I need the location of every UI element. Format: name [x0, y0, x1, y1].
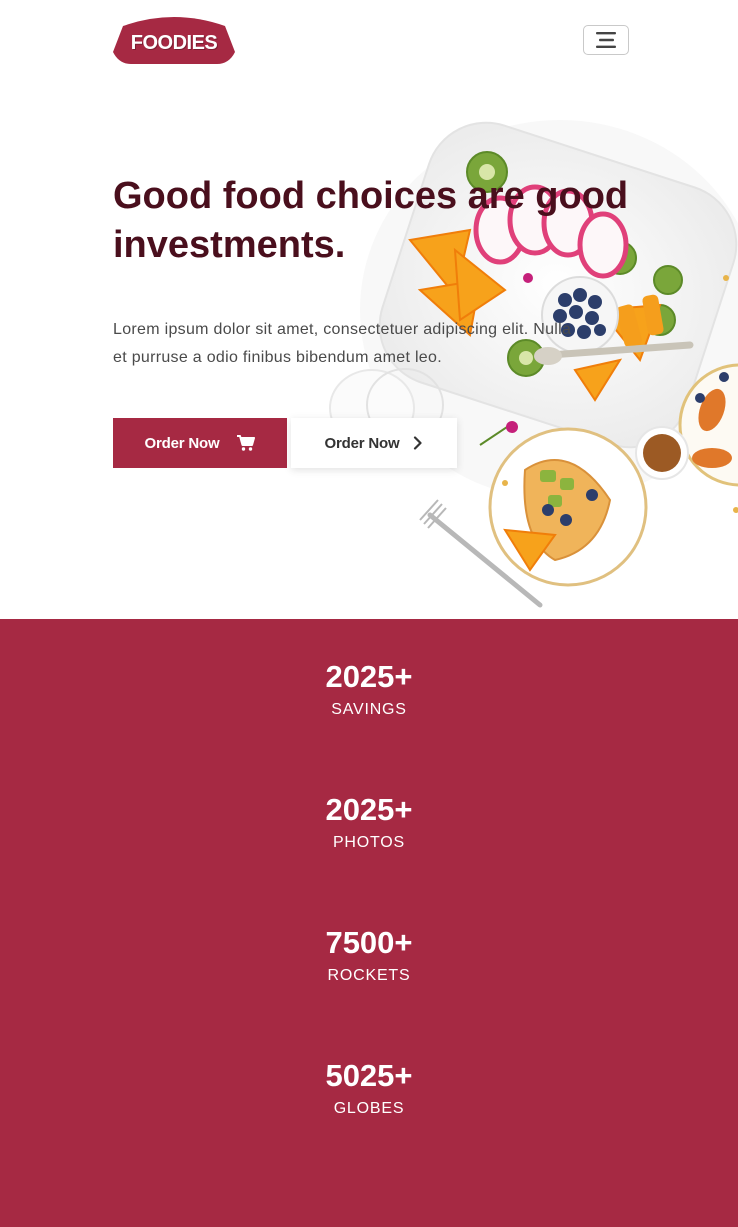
stat-label: PHOTOS	[332, 834, 406, 851]
stat-label: SAVINGS	[331, 701, 407, 718]
order-now-label: Order Now	[144, 434, 220, 452]
hero-description: Lorem ipsum dolor sit amet, consectetuer…	[113, 316, 633, 372]
hero-title-line-2: investments.	[113, 224, 346, 266]
stat-rockets: 7500+ ROCKETS	[0, 925, 738, 986]
hero-description-line-2: et purruse a odio finibus bibendum amet …	[113, 349, 442, 366]
stat-savings: 2025+ SAVINGS	[0, 659, 738, 720]
stat-value: 2025+	[325, 659, 413, 694]
hero-title-line-1: Good food choices are good	[113, 175, 629, 217]
brand-logo[interactable]: FOODIES	[113, 14, 235, 64]
cart-icon	[237, 435, 256, 451]
hero-title: Good food choices are good investments.	[113, 172, 673, 270]
chevron-right-icon	[414, 436, 423, 450]
stat-value: 2025+	[325, 792, 413, 827]
stat-label: ROCKETS	[327, 967, 411, 984]
order-now-button[interactable]: Order Now	[113, 418, 287, 468]
stat-value: 5025+	[325, 1058, 413, 1093]
stat-globes: 5025+ GLOBES	[0, 1058, 738, 1119]
stats-section: 2025+ SAVINGS 2025+ PHOTOS 7500+ ROCKETS…	[0, 619, 738, 1227]
stat-label: GLOBES	[333, 1100, 405, 1117]
hero-description-line-1: Lorem ipsum dolor sit amet, consectetuer…	[113, 321, 572, 338]
stat-photos: 2025+ PHOTOS	[0, 792, 738, 853]
order-now-secondary-label: Order Now	[324, 434, 400, 452]
order-now-secondary-button[interactable]: Order Now	[291, 418, 457, 468]
brand-name: FOODIES	[130, 31, 218, 54]
stat-value: 7500+	[325, 925, 413, 960]
hero-section: Good food choices are good investments. …	[0, 80, 738, 619]
menu-toggle-button[interactable]	[583, 25, 629, 55]
hamburger-icon	[596, 32, 616, 48]
site-header: FOODIES	[0, 0, 738, 80]
